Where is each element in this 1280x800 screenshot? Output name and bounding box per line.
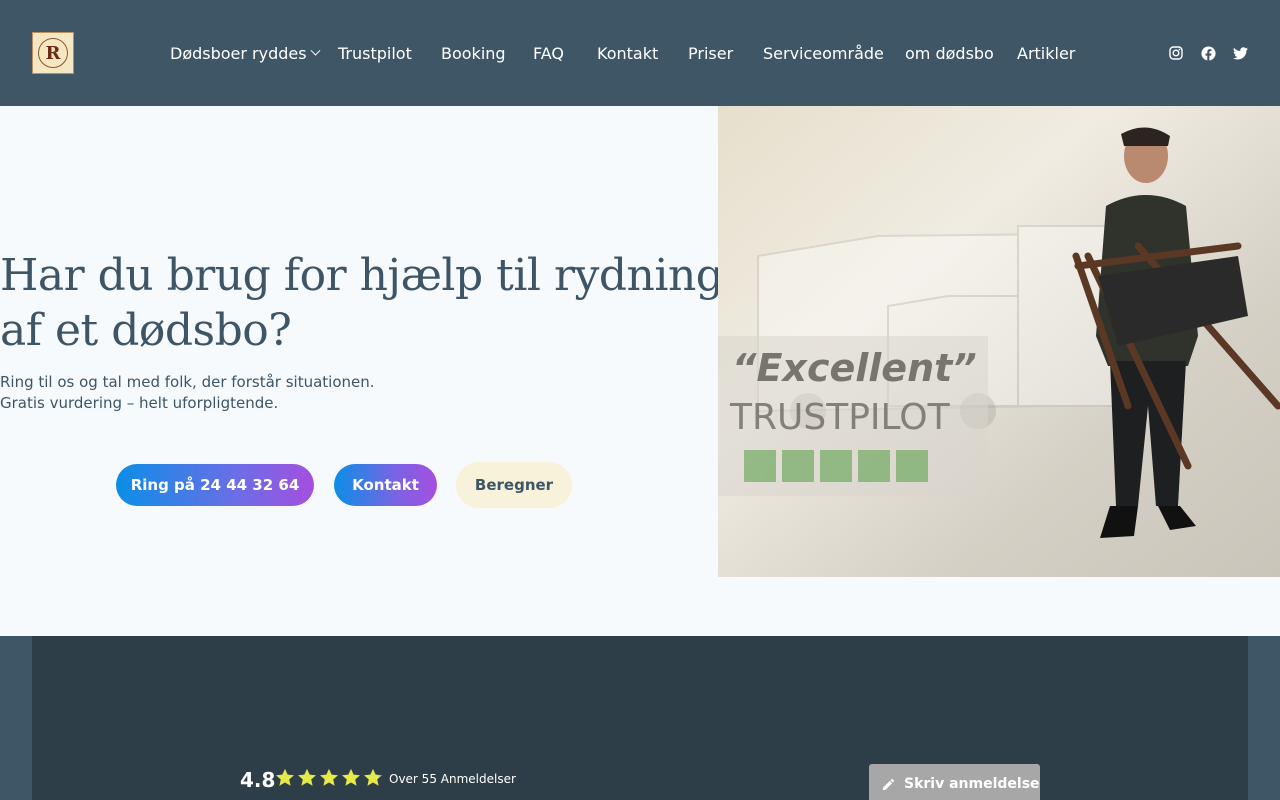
twitter-icon[interactable] <box>1232 45 1248 61</box>
hero-title-line: Har du brug for hjælp til rydning <box>0 250 724 301</box>
rating-stars <box>274 767 384 789</box>
call-button[interactable]: Ring på 24 44 32 64 <box>116 464 314 506</box>
nav-item-serviceomraade[interactable]: Serviceområde <box>763 42 884 64</box>
instagram-icon[interactable] <box>1168 45 1184 61</box>
nav-item-label: Artikler <box>1017 43 1076 63</box>
nav-item-label: Dødsboer ryddes <box>170 43 307 63</box>
nav-item-label: Serviceområde <box>763 43 884 63</box>
contact-button[interactable]: Kontakt <box>334 464 437 506</box>
sign-excellent-text: “Excellent” <box>732 346 977 390</box>
hero-subtitle-line: Ring til os og tal med folk, der forstår… <box>0 373 375 391</box>
nav-item-dodsboer-ryddes[interactable]: Dødsboer ryddes <box>170 42 321 64</box>
nav-item-label: Booking <box>441 43 506 63</box>
nav-item-trustpilot[interactable]: Trustpilot <box>338 42 412 64</box>
review-count: Over 55 Anmeldelser <box>389 772 516 786</box>
hero-title-line: af et dødsbo? <box>0 305 292 356</box>
nav-item-kontakt[interactable]: Kontakt <box>597 42 658 64</box>
nav-item-artikler[interactable]: Artikler <box>1017 42 1075 64</box>
hero-subtitle-line: Gratis vurdering – helt uforpligtende. <box>0 394 279 412</box>
star-icon <box>276 768 294 786</box>
site-header: R Dødsboer ryddes Trustpilot Booking FAQ… <box>0 0 1280 106</box>
nav-item-label: Priser <box>688 43 734 63</box>
rating-value: 4.8 <box>240 768 276 792</box>
write-review-label: Skriv anmeldelse <box>904 776 1040 792</box>
nav-item-label: Kontakt <box>597 43 659 63</box>
nav-item-om-dodsbo[interactable]: om dødsbo <box>905 42 994 64</box>
calculator-button[interactable]: Beregner <box>456 462 572 508</box>
nav-item-priser[interactable]: Priser <box>688 42 733 64</box>
nav-item-booking[interactable]: Booking <box>441 42 506 64</box>
star-icon <box>320 768 338 786</box>
hero-title: Har du brug for hjælp til rydning af et … <box>0 248 724 358</box>
chevron-down-icon <box>310 45 321 56</box>
logo-monogram: R <box>38 38 68 68</box>
star-icon <box>342 768 360 786</box>
star-icon <box>298 768 316 786</box>
write-review-button[interactable]: Skriv anmeldelse <box>869 764 1040 800</box>
sign-trustpilot-text: TRUSTPILOT <box>729 397 951 438</box>
star-half-icon <box>364 768 382 786</box>
nav-item-label: om dødsbo <box>905 43 994 63</box>
facebook-icon[interactable] <box>1200 45 1216 61</box>
pencil-icon <box>882 778 895 790</box>
hero-image: “Excellent” TRUSTPILOT <box>718 106 1280 577</box>
hero-subtitle: Ring til os og tal med folk, der forstår… <box>0 372 375 414</box>
nav-item-faq[interactable]: FAQ <box>533 42 564 64</box>
reviews-band <box>32 636 1248 800</box>
site-logo[interactable]: R <box>32 32 74 74</box>
nav-item-label: Trustpilot <box>338 43 412 63</box>
nav-item-label: FAQ <box>533 43 564 63</box>
